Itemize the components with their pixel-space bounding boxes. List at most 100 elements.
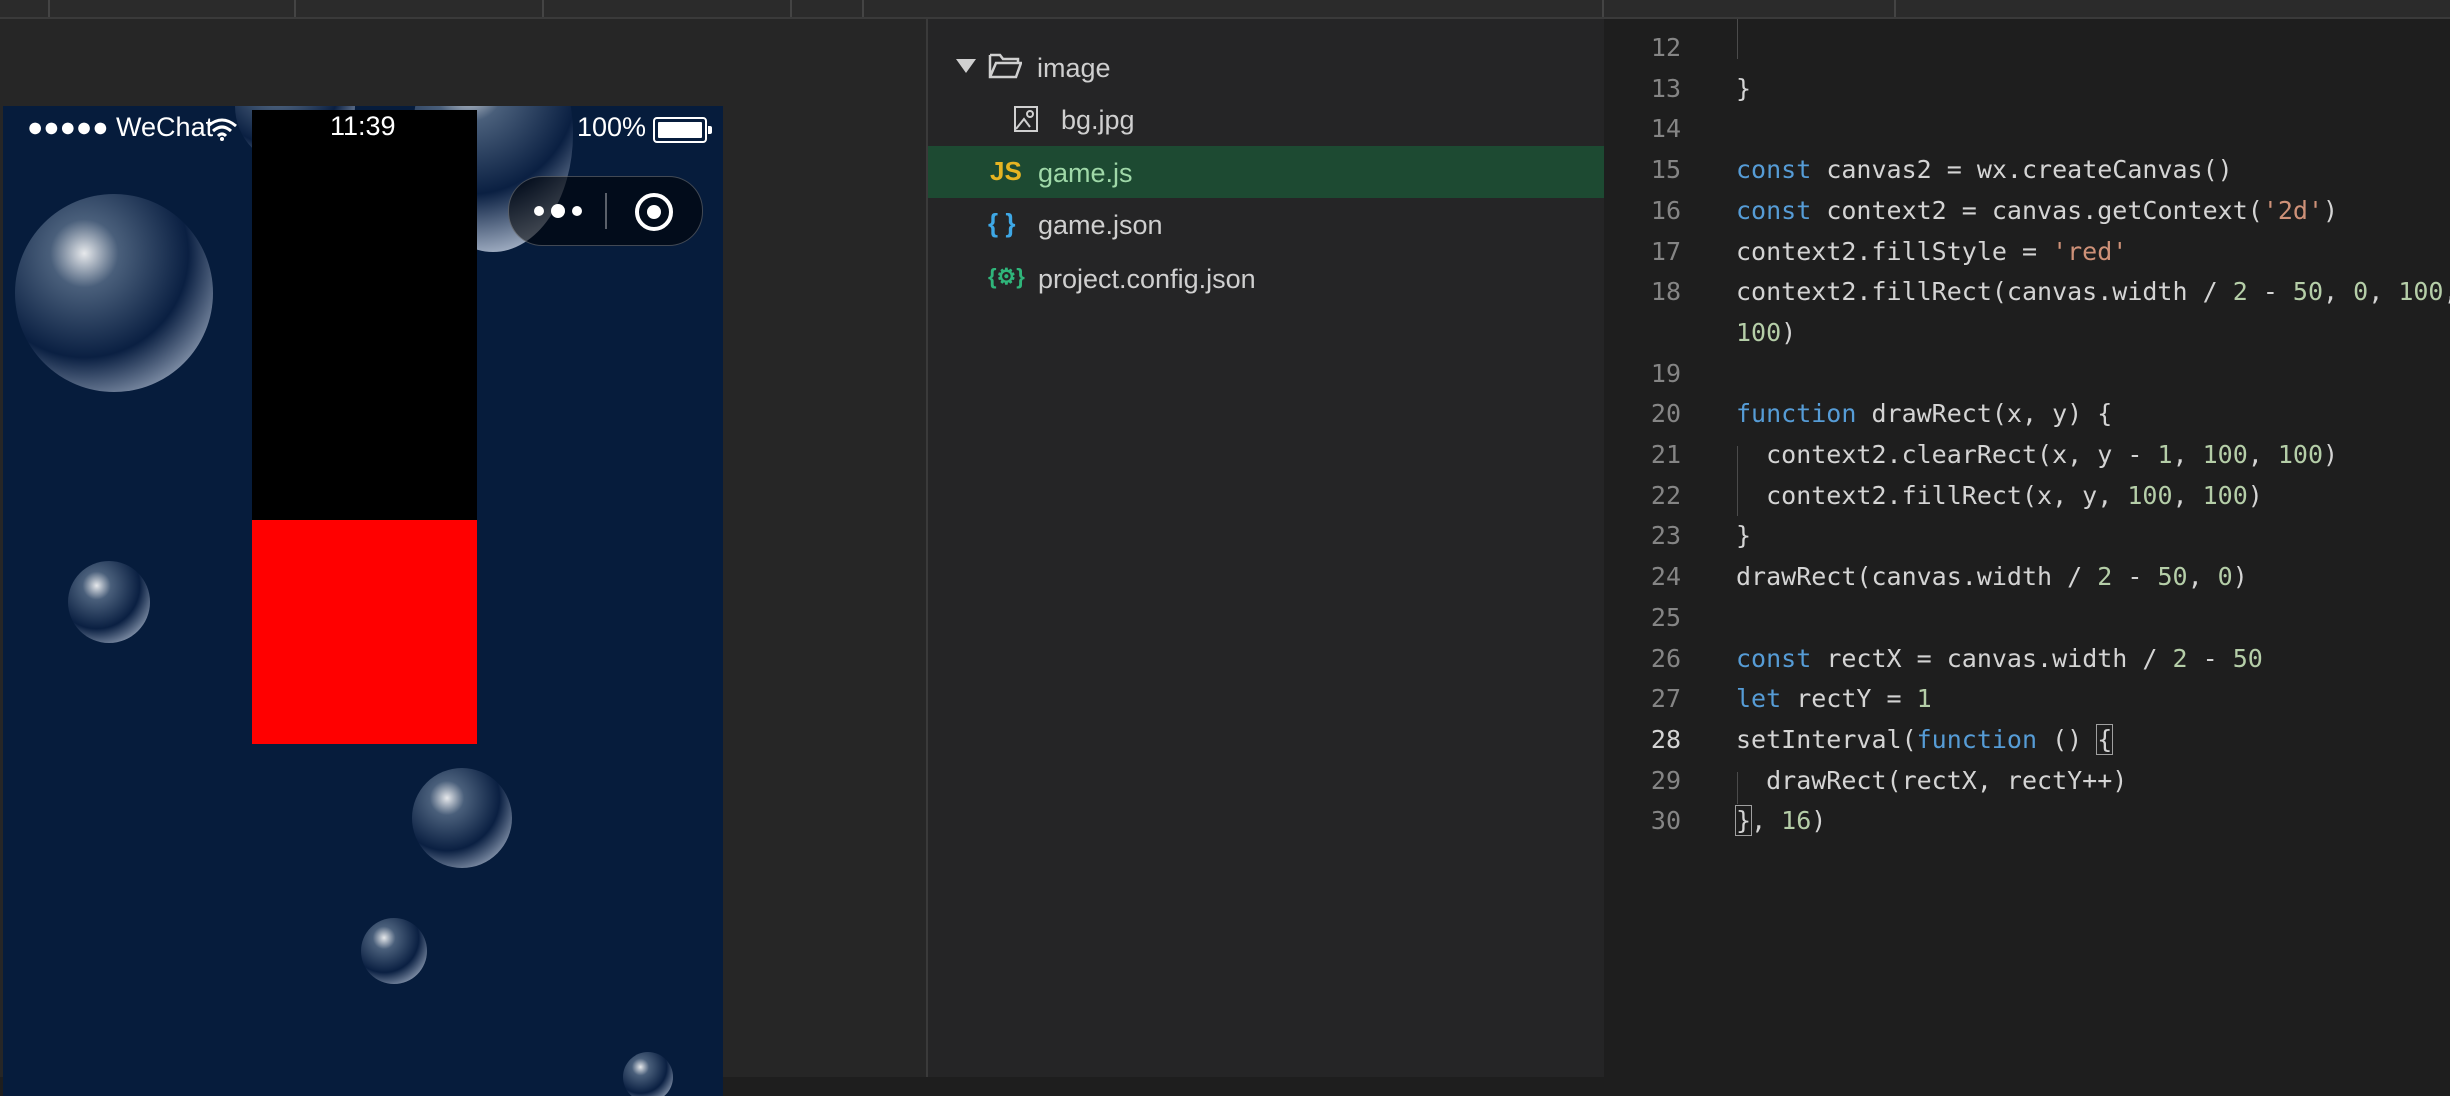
line-number: 27 bbox=[1650, 684, 1681, 714]
tab-divider bbox=[1894, 0, 1896, 17]
code-token: 100 bbox=[1736, 317, 1782, 347]
bubble-image bbox=[68, 561, 150, 643]
chevron-down-icon[interactable] bbox=[956, 59, 976, 73]
code-line[interactable]: 100) bbox=[1604, 314, 2450, 354]
file-name: game.json bbox=[1038, 210, 1163, 240]
code-line[interactable]: 24 drawRect(canvas.width / 2 - 50, 0) bbox=[1604, 558, 2450, 598]
code-line[interactable]: 26 const rectX = canvas.width / 2 - 50 bbox=[1604, 640, 2450, 680]
code-line[interactable]: 30 }, 16) bbox=[1604, 802, 2450, 842]
simulator-panel: ●●●●● WeChat 11:39 100% bbox=[0, 19, 926, 1096]
indent-guide bbox=[1737, 446, 1738, 516]
folder-image[interactable]: image bbox=[928, 41, 1604, 93]
js-file-icon: JS bbox=[990, 156, 1022, 186]
code-token: const bbox=[1736, 155, 1812, 185]
code-token: ) bbox=[1811, 806, 1827, 836]
code-line[interactable]: 28 setInterval(function () { bbox=[1604, 721, 2450, 761]
code-line[interactable]: 29 drawRect(rectX, rectY++) bbox=[1604, 762, 2450, 802]
file-name: project.config.json bbox=[1038, 264, 1256, 294]
code-text: drawRect(canvas.width / 2 - 50, 0) bbox=[1736, 562, 2248, 591]
image-file-icon bbox=[1014, 106, 1038, 132]
line-number: 28 bbox=[1650, 724, 1681, 754]
code-token: ) bbox=[2247, 480, 2263, 510]
code-text: function drawRect(x, y) { bbox=[1736, 399, 2112, 428]
code-text: }, 16) bbox=[1734, 805, 1827, 837]
code-line[interactable]: 20 function drawRect(x, y) { bbox=[1604, 395, 2450, 435]
line-number: 21 bbox=[1650, 440, 1681, 469]
line-number: 24 bbox=[1650, 562, 1681, 592]
code-line[interactable]: 22 context2.fillRect(x, y, 100, 100) bbox=[1604, 477, 2450, 517]
code-token: const bbox=[1736, 195, 1812, 225]
file-name: bg.jpg bbox=[1061, 105, 1135, 135]
carrier-label: ●●●●● WeChat bbox=[27, 112, 214, 142]
code-token: , bbox=[2323, 277, 2354, 307]
top-tab-bar bbox=[0, 0, 2450, 19]
code-line[interactable]: 19 bbox=[1604, 355, 2450, 395]
bubble-image bbox=[361, 918, 427, 984]
code-token: 100 bbox=[2202, 440, 2248, 469]
code-token: 100 bbox=[2127, 480, 2173, 510]
config-file-icon: {⚙} bbox=[988, 264, 1025, 289]
code-line[interactable]: 27 let rectY = 1 bbox=[1604, 680, 2450, 720]
red-rectangle bbox=[252, 520, 477, 744]
code-token: context2.fillRect(canvas.width / bbox=[1736, 277, 2233, 307]
code-token: function bbox=[1736, 399, 1857, 429]
code-text: let rectY = 1 bbox=[1736, 684, 1932, 713]
more-dots-icon[interactable] bbox=[531, 199, 585, 223]
code-line[interactable]: 15 const canvas2 = wx.createCanvas() bbox=[1604, 151, 2450, 191]
code-token: 0 bbox=[2217, 562, 2233, 592]
code-line[interactable]: 25 bbox=[1604, 599, 2450, 639]
target-icon[interactable] bbox=[633, 191, 675, 233]
code-token: () bbox=[2037, 724, 2098, 754]
file-game-js[interactable]: JS game.js bbox=[928, 146, 1604, 198]
code-token: 2 bbox=[2097, 562, 2113, 592]
code-line[interactable]: 12 bbox=[1604, 29, 2450, 69]
code-token: } bbox=[1736, 73, 1752, 103]
phone-screen[interactable]: ●●●●● WeChat 11:39 100% bbox=[3, 106, 723, 1096]
code-text: setInterval(function () { bbox=[1736, 723, 2114, 755]
code-line[interactable]: 21 context2.clearRect(x, y - 1, 100, 100… bbox=[1604, 436, 2450, 476]
line-number: 29 bbox=[1650, 765, 1681, 795]
code-token: context2.fillStyle = bbox=[1736, 236, 2053, 266]
capsule-divider bbox=[605, 193, 607, 229]
code-text: const context2 = canvas.getContext('2d') bbox=[1736, 196, 2338, 225]
json-file-icon: { } bbox=[988, 208, 1016, 238]
line-number: 17 bbox=[1650, 236, 1681, 266]
line-number: 23 bbox=[1650, 521, 1681, 551]
code-text: context2.fillStyle = 'red' bbox=[1736, 237, 2127, 266]
line-number: 14 bbox=[1650, 114, 1681, 144]
line-number: 13 bbox=[1650, 73, 1681, 103]
bubble-image bbox=[15, 194, 213, 392]
code-token: - bbox=[2187, 643, 2233, 673]
folder-name: image bbox=[1037, 53, 1111, 83]
code-text: const rectX = canvas.width / 2 - 50 bbox=[1736, 644, 2263, 673]
code-token: canvas2 = wx.createCanvas() bbox=[1811, 155, 2233, 185]
code-token: 1 bbox=[2157, 440, 2173, 469]
code-token: context2.fillRect(x, y, bbox=[1736, 480, 2128, 510]
code-line[interactable]: 16 const context2 = canvas.getContext('2d… bbox=[1604, 192, 2450, 232]
line-number: 16 bbox=[1650, 195, 1681, 225]
line-number: 18 bbox=[1650, 277, 1681, 307]
line-number: 26 bbox=[1650, 643, 1681, 673]
code-token: ) bbox=[2232, 562, 2248, 592]
code-line[interactable]: 17 context2.fillStyle = 'red' bbox=[1604, 233, 2450, 273]
code-line[interactable]: 13} bbox=[1604, 70, 2450, 110]
code-text: context2.clearRect(x, y - 1, 100, 100) bbox=[1736, 440, 2338, 469]
code-line[interactable]: 14 bbox=[1604, 110, 2450, 150]
code-token: , bbox=[2443, 277, 2450, 306]
tab-divider bbox=[790, 0, 792, 17]
line-number: 30 bbox=[1650, 806, 1681, 836]
code-token: 2 bbox=[2232, 277, 2248, 307]
code-token: , bbox=[2172, 440, 2203, 469]
code-line[interactable]: 23} bbox=[1604, 517, 2450, 557]
file-game-json[interactable]: { } game.json bbox=[928, 198, 1604, 250]
code-token: setInterval( bbox=[1736, 724, 1917, 754]
code-token: , bbox=[2247, 440, 2278, 469]
code-line[interactable]: 18 context2.fillRect(canvas.width / 2 - 5… bbox=[1604, 273, 2450, 313]
code-text: 100) bbox=[1736, 318, 1796, 347]
status-bar: ●●●●● WeChat 11:39 100% bbox=[3, 106, 723, 150]
file-bg-jpg[interactable]: bg.jpg bbox=[928, 93, 1604, 145]
code-editor[interactable]: 12 13} 14 15 const canvas2 = wx.createCanvas… bbox=[1604, 19, 2450, 1077]
code-token: function bbox=[1916, 724, 2038, 754]
code-text: } bbox=[1736, 521, 1751, 550]
file-project-config-json[interactable]: {⚙} project.config.json bbox=[928, 252, 1604, 304]
